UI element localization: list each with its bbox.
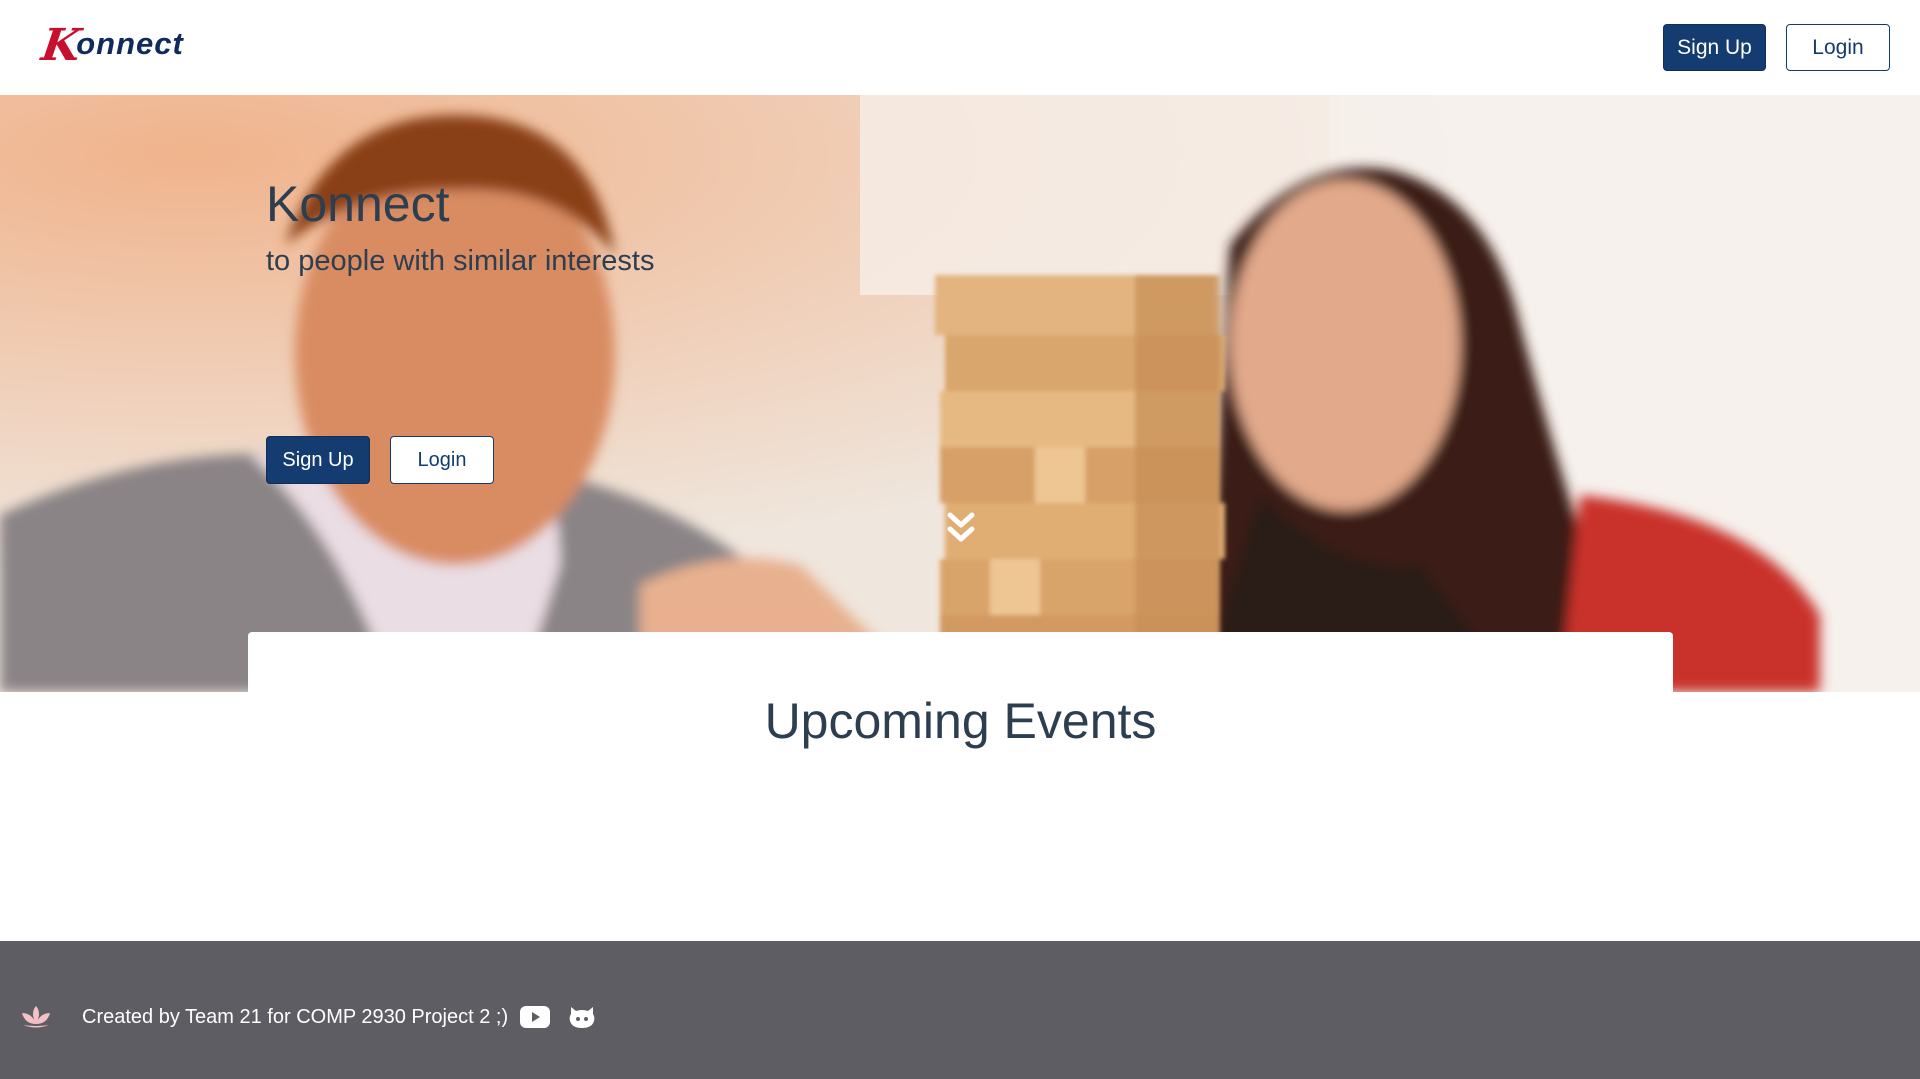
youtube-icon[interactable]: [520, 1006, 551, 1028]
footer-credit-text: Created by Team 21 for COMP 2930 Project…: [82, 1005, 509, 1028]
upcoming-events-title: Upcoming Events: [764, 693, 1157, 749]
footer-content: Created by Team 21 for COMP 2930 Project…: [20, 1004, 614, 1030]
hero-login-button[interactable]: Login: [390, 436, 494, 484]
logo[interactable]: K onnect: [38, 20, 184, 71]
nav-signup-button[interactable]: Sign Up: [1663, 24, 1766, 71]
logo-text: onnect: [76, 26, 184, 61]
logo-k: K: [38, 20, 84, 71]
lotus-icon: [20, 1004, 52, 1030]
hero-title: Konnect: [266, 176, 450, 232]
hero-banner: Konnect to people with similar interests…: [0, 95, 1920, 692]
navbar: K onnect Sign Up Login: [0, 0, 1920, 95]
github-icon[interactable]: [568, 1005, 596, 1029]
nav-login-button[interactable]: Login: [1786, 24, 1890, 71]
upcoming-events-section: Upcoming Events: [248, 632, 1673, 940]
hero-signup-button[interactable]: Sign Up: [266, 436, 370, 484]
hero-subtitle: to people with similar interests: [266, 245, 655, 277]
